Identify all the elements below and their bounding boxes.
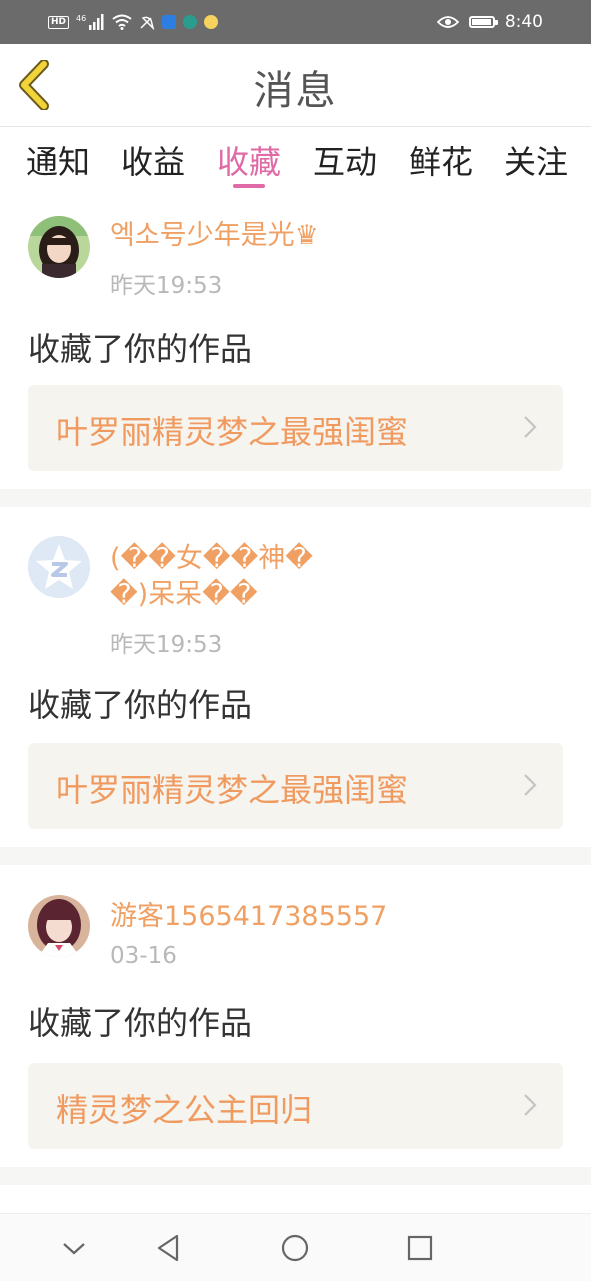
default-avatar-star-icon (28, 536, 90, 598)
avatar-photo-girl (28, 895, 90, 957)
status-bar: HD 46 8:40 (0, 0, 591, 44)
wifi-icon (112, 14, 132, 30)
eye-comfort-icon (436, 16, 459, 28)
username[interactable]: (��女��神��)呆呆�� (110, 541, 330, 613)
action-text: 收藏了你的作品 (28, 686, 253, 724)
app-eye-icon (183, 15, 198, 29)
chevron-right-icon (524, 774, 537, 796)
work-link[interactable]: 叶罗丽精灵梦之最强闺蜜 (28, 743, 563, 829)
tab-flowers[interactable]: 鲜花 (399, 137, 483, 183)
nav-recents-icon[interactable] (404, 1232, 436, 1264)
notification-card: (��女��神��)呆呆�� 昨天19:53 收藏了你的作品 叶罗丽精灵梦之最强… (0, 507, 591, 847)
tab-follow[interactable]: 关注 (494, 137, 578, 183)
nav-back-icon[interactable] (153, 1232, 185, 1264)
chevron-right-icon (524, 416, 537, 438)
notification-card: 엑소号少年是光♛ 昨天19:53 收藏了你的作品 叶罗丽精灵梦之最强闺蜜 (0, 194, 591, 489)
page-title: 消息 (253, 68, 338, 114)
avatar-photo-girl (28, 216, 90, 278)
chevron-down-icon[interactable] (58, 1232, 90, 1264)
tab-income[interactable]: 收益 (111, 137, 195, 183)
work-link[interactable]: 叶罗丽精灵梦之最强闺蜜 (28, 385, 563, 471)
avatar[interactable] (28, 216, 90, 278)
chevron-right-icon (524, 1094, 537, 1116)
clock: 8:40 (504, 12, 543, 32)
hd-badge: HD (48, 15, 70, 29)
action-text: 收藏了你的作品 (28, 330, 253, 368)
card-divider (0, 1167, 591, 1185)
nav-home-icon[interactable] (279, 1232, 311, 1264)
mute-icon (140, 16, 155, 30)
work-link[interactable]: 精灵梦之公主回归 (28, 1063, 563, 1149)
work-title: 叶罗丽精灵梦之最强闺蜜 (56, 771, 409, 809)
work-title: 叶罗丽精灵梦之最强闺蜜 (56, 413, 409, 451)
tab-notify[interactable]: 通知 (16, 137, 100, 183)
signal-icon (89, 14, 104, 30)
avatar[interactable] (28, 536, 90, 598)
system-nav-bar (0, 1213, 591, 1281)
avatar[interactable] (28, 895, 90, 957)
work-title: 精灵梦之公主回归 (56, 1091, 313, 1129)
notification-card: 游客1565417385557 03-16 收藏了你的作品 精灵梦之公主回归 (0, 865, 591, 1167)
card-divider (0, 489, 591, 507)
action-text: 收藏了你的作品 (28, 1004, 253, 1042)
battery-icon (468, 16, 498, 28)
card-divider (0, 847, 591, 865)
app-bulb-icon (204, 15, 219, 29)
status-left: HD 46 (48, 10, 219, 34)
app-header: 消息 (0, 44, 591, 127)
username[interactable]: 游客1565417385557 (110, 899, 430, 935)
app-shield-icon (162, 15, 177, 29)
timestamp: 昨天19:53 (110, 632, 223, 658)
active-tab-indicator (233, 184, 265, 188)
username[interactable]: 엑소号少年是光♛ (110, 218, 430, 254)
tab-bar: 通知 收益 收藏 互动 鲜花 关注 (0, 127, 591, 193)
status-right: 8:40 (436, 10, 543, 34)
timestamp: 03-16 (110, 943, 177, 969)
network-type: 46 (76, 13, 87, 23)
tab-favorites[interactable]: 收藏 (207, 137, 291, 183)
tab-interaction[interactable]: 互动 (303, 137, 387, 183)
timestamp: 昨天19:53 (110, 273, 223, 299)
